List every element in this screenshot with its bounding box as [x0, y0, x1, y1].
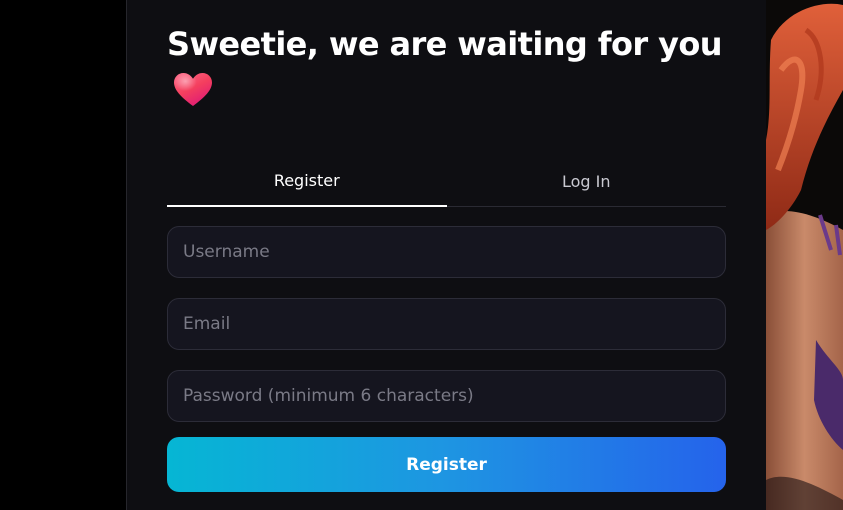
- tab-log-in[interactable]: Log In: [447, 160, 727, 206]
- email-input[interactable]: [167, 298, 726, 350]
- username-input[interactable]: [167, 226, 726, 278]
- heart-icon: [174, 73, 212, 106]
- register-button[interactable]: Register: [167, 437, 726, 492]
- register-modal: Sweetie, we are waiting for you Register…: [126, 0, 766, 510]
- page-title: Sweetie, we are waiting for you: [167, 25, 723, 63]
- model-photo: [766, 0, 843, 510]
- model-photo-illustration: [766, 0, 843, 510]
- auth-tabs: Register Log In: [167, 160, 726, 207]
- tab-register[interactable]: Register: [167, 160, 447, 207]
- password-input[interactable]: [167, 370, 726, 422]
- page: Sweetie, we are waiting for you Register…: [0, 0, 843, 510]
